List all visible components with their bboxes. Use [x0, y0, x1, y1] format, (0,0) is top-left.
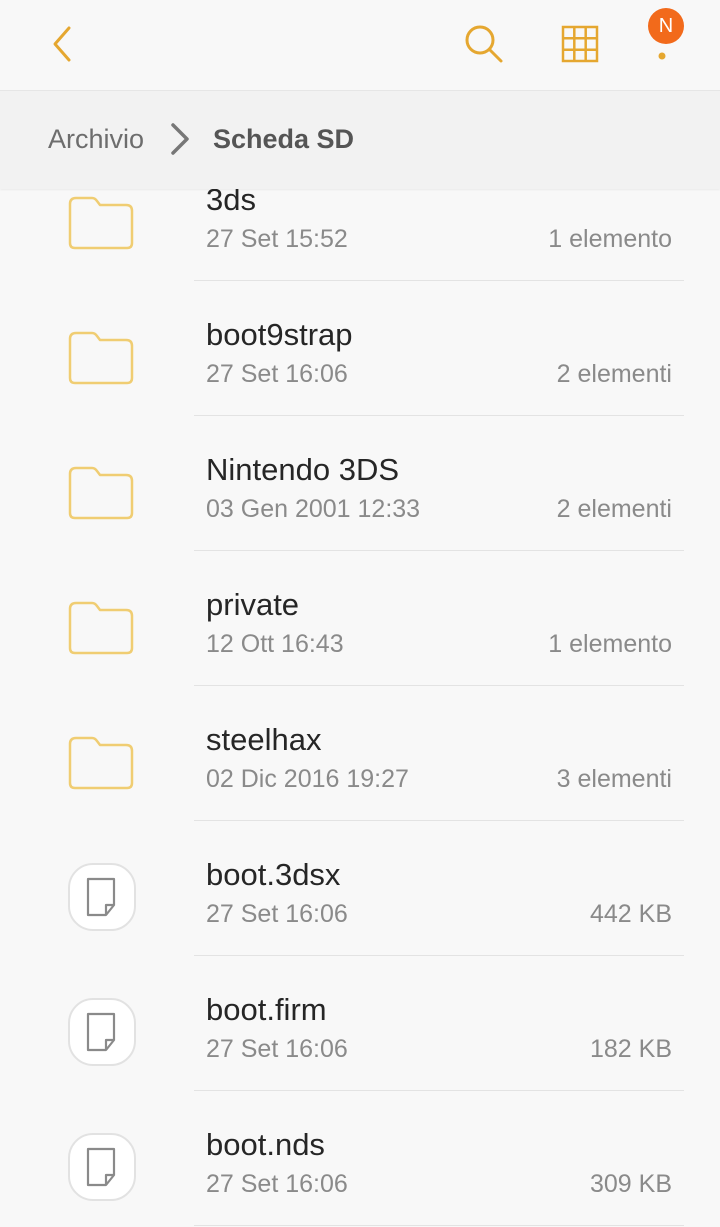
item-count: 2 elementi [556, 360, 672, 388]
item-date: 27 Set 16:06 [206, 360, 348, 388]
item-count: 1 elemento [548, 225, 672, 253]
breadcrumb-root[interactable]: Archivio [48, 124, 144, 155]
item-date: 27 Set 16:06 [206, 1035, 348, 1063]
chevron-left-icon [53, 26, 71, 62]
breadcrumb: Archivio Scheda SD [0, 90, 720, 189]
file-row[interactable]: boot.firm 27 Set 16:06 182 KB [0, 956, 720, 1091]
notification-badge: N [648, 8, 684, 44]
item-date: 02 Dic 2016 19:27 [206, 765, 409, 793]
action-bar: N [0, 0, 720, 90]
file-size: 182 KB [589, 1035, 672, 1063]
folder-row[interactable]: private 12 Ott 16:43 1 elemento [0, 551, 720, 686]
file-icon [66, 861, 138, 933]
breadcrumb-current: Scheda SD [213, 124, 355, 154]
item-date: 12 Ott 16:43 [206, 630, 344, 658]
item-date: 27 Set 15:52 [206, 225, 348, 253]
file-size: 309 KB [589, 1170, 672, 1198]
file-manager-screen: N Archivio Scheda SD 3ds 27 Set 15:52 1 el… [0, 0, 720, 1227]
item-count: 3 elementi [556, 765, 672, 793]
folder-icon [66, 600, 136, 656]
folder-row[interactable]: steelhax 02 Dic 2016 19:27 3 elementi [0, 686, 720, 821]
file-icon [66, 996, 138, 1068]
item-name: private [206, 587, 300, 622]
item-name: boot9strap [206, 317, 353, 352]
item-name: boot.nds [206, 1127, 325, 1162]
item-name: boot.3dsx [206, 857, 341, 892]
item-count: 1 elemento [548, 630, 672, 658]
file-list: 3ds 27 Set 15:52 1 elemento boot9strap 27 Se… [0, 146, 720, 1226]
file-row[interactable]: boot.3dsx 27 Set 16:06 442 KB [0, 821, 720, 956]
item-date: 27 Set 16:06 [206, 1170, 348, 1198]
folder-row[interactable]: boot9strap 27 Set 16:06 2 elementi [0, 281, 720, 416]
item-date: 03 Gen 2001 12:33 [206, 495, 421, 523]
search-icon [465, 25, 503, 63]
item-count: 2 elementi [556, 495, 672, 523]
folder-icon [66, 195, 136, 251]
search-button[interactable] [456, 16, 512, 72]
folder-row[interactable]: Nintendo 3DS 03 Gen 2001 12:33 2 elementi [0, 416, 720, 551]
file-size: 442 KB [589, 900, 672, 928]
file-row[interactable]: boot.nds 27 Set 16:06 309 KB [0, 1091, 720, 1226]
item-date: 27 Set 16:06 [206, 900, 348, 928]
grid-view-button[interactable] [552, 16, 608, 72]
row-divider [194, 1225, 684, 1226]
folder-icon [66, 735, 136, 791]
back-button[interactable] [36, 18, 88, 70]
item-name: Nintendo 3DS [206, 452, 400, 487]
folder-icon [66, 465, 136, 521]
item-name: boot.firm [206, 992, 327, 1027]
folder-icon [66, 330, 136, 386]
grid-view-icon [561, 25, 599, 63]
file-icon [66, 1131, 138, 1203]
chevron-right-icon [171, 123, 189, 155]
item-name: steelhax [206, 722, 322, 757]
